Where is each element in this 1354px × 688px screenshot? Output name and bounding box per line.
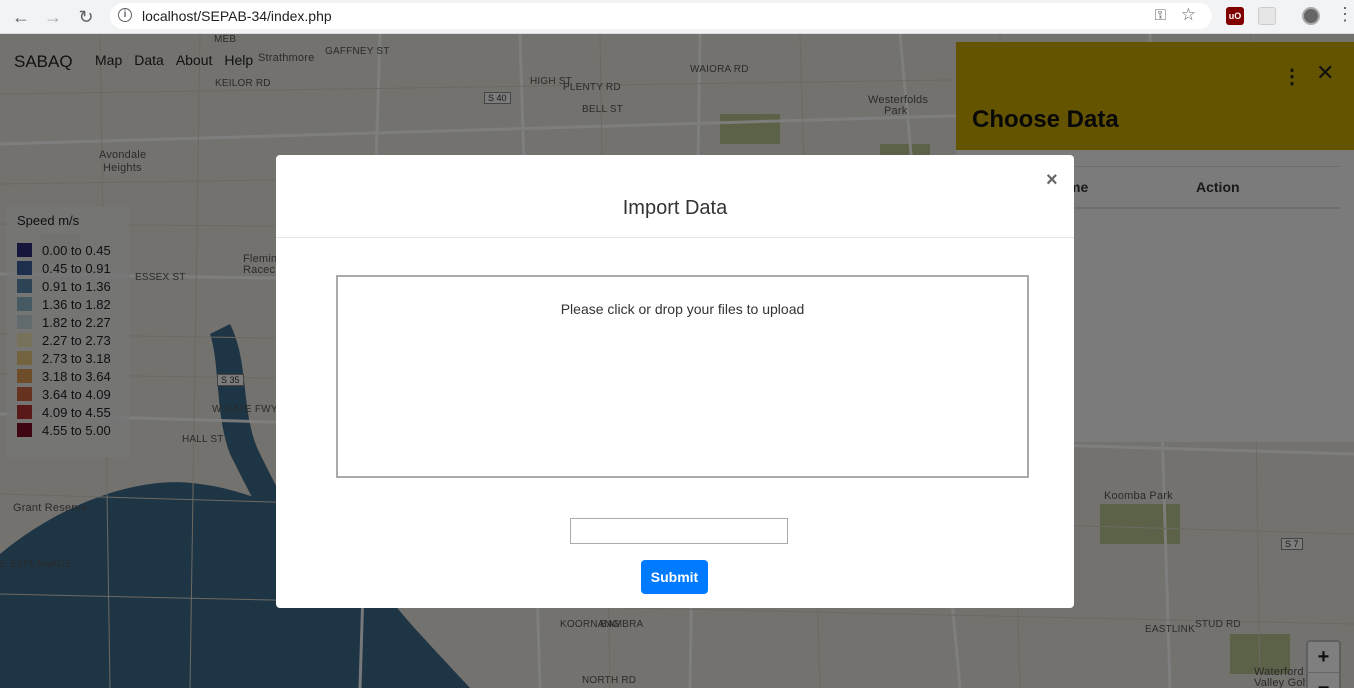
key-icon[interactable]: ⚿ [1155, 7, 1166, 24]
bookmark-star-icon[interactable]: ☆ [1181, 5, 1196, 25]
import-data-modal: × Import Data Please click or drop your … [276, 155, 1074, 608]
submit-button[interactable]: Submit [641, 560, 708, 594]
forward-icon[interactable]: → [41, 5, 65, 29]
address-bar[interactable]: i localhost/SEPAB-34/index.php ⚿ ☆ [110, 3, 1212, 29]
ublock-extension-icon[interactable]: uO [1226, 7, 1244, 25]
modal-title: Import Data [622, 197, 728, 219]
browser-menu-icon[interactable]: ⋮ [1336, 4, 1354, 25]
dropzone-message: Please click or drop your files to uploa… [560, 301, 805, 317]
file-name-input[interactable] [570, 518, 788, 544]
browser-toolbar: ← → ↻ i localhost/SEPAB-34/index.php ⚿ ☆… [0, 0, 1354, 34]
profile-avatar[interactable] [1302, 7, 1320, 25]
modal-close-button[interactable]: × [1046, 169, 1058, 192]
extension-icon[interactable] [1258, 7, 1276, 25]
file-dropzone[interactable]: Please click or drop your files to uploa… [336, 275, 1029, 478]
address-url[interactable]: localhost/SEPAB-34/index.php [142, 8, 332, 24]
back-icon[interactable]: ← [9, 5, 33, 29]
modal-header: × Import Data [276, 155, 1074, 238]
reload-icon[interactable]: ↻ [74, 5, 98, 29]
site-info-icon[interactable]: i [118, 8, 132, 22]
